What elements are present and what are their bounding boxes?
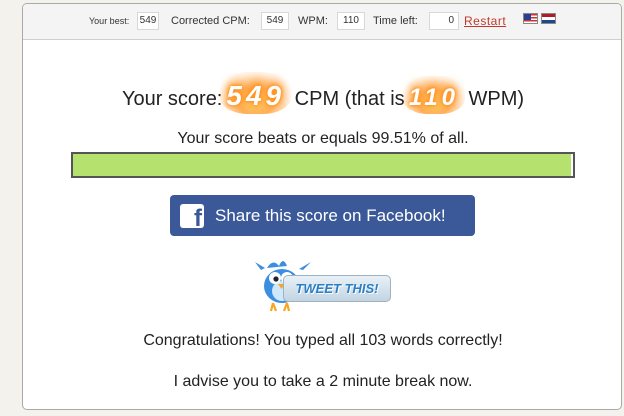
facebook-share-label: Share this score on Facebook! <box>215 205 446 225</box>
facebook-share-button[interactable]: f Share this score on Facebook! <box>170 195 475 236</box>
restart-link[interactable]: Restart <box>464 14 506 28</box>
wpm-score-value: 110 <box>402 76 466 114</box>
cpm-text: CPM (that is <box>294 88 405 110</box>
wpm-label: WPM: <box>298 15 328 27</box>
percentile-bar-fill <box>73 154 571 176</box>
corrected-cpm-label: Corrected CPM: <box>171 15 250 27</box>
time-left-value: 0 <box>429 12 459 30</box>
time-left-label: Time left: <box>373 15 418 27</box>
score-prefix: Your score: <box>121 88 223 110</box>
congrats-message: Congratulations! You typed all 103 words… <box>143 332 503 349</box>
wpm-suffix: WPM) <box>468 88 525 110</box>
results-panel: Your best: 549 Corrected CPM: 549 WPM: 1… <box>22 3 622 410</box>
corrected-cpm-value: 549 <box>261 12 289 30</box>
best-label: Your best: <box>89 16 130 26</box>
score-line: Your score: 549 CPM (that is 110 WPM) <box>23 72 621 114</box>
netherlands-flag-icon[interactable] <box>541 13 556 24</box>
tweet-button[interactable]: TWEET THIS! <box>253 256 393 312</box>
best-value: 549 <box>137 12 159 30</box>
wpm-value: 110 <box>337 12 365 30</box>
facebook-icon: f <box>180 203 204 228</box>
percentile-text: Your score beats or equals 99.51% of all… <box>177 130 469 147</box>
percentile-bar <box>71 152 575 178</box>
cpm-score-value: 549 <box>220 72 291 114</box>
advice-message: I advise you to take a 2 minute break no… <box>173 373 473 390</box>
us-flag-icon[interactable] <box>523 13 538 24</box>
tweet-label: TWEET THIS! <box>283 275 391 302</box>
stats-toolbar: Your best: 549 Corrected CPM: 549 WPM: 1… <box>23 4 621 40</box>
